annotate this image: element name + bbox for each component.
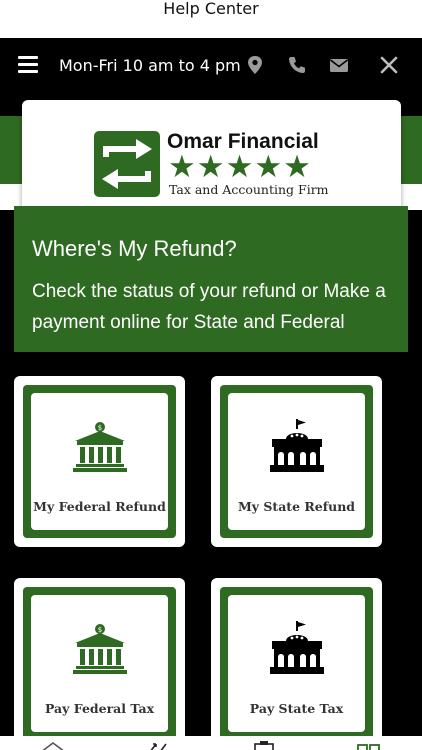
rating-stars-icon: ★★★★★ (168, 149, 312, 185)
menu-icon[interactable] (18, 56, 38, 74)
bottom-nav (0, 736, 422, 750)
federal-building-icon: $ (73, 624, 127, 674)
close-icon[interactable] (378, 54, 400, 76)
page-title: Help Center (163, 0, 259, 18)
tile-label: Pay State Tax (249, 701, 344, 716)
state-capitol-icon (270, 621, 324, 674)
share-icon[interactable] (146, 741, 172, 750)
refund-panel: Where's My Refund? Check the status of y… (14, 206, 408, 352)
refund-description: Check the status of your refund or Make … (32, 281, 386, 333)
svg-text:$: $ (98, 626, 102, 634)
brand-tagline: Tax and Accounting Firm (169, 182, 329, 197)
brand-card[interactable]: Omar Financial ★★★★★ Tax and Accounting … (22, 100, 401, 218)
tile-label: Pay Federal Tax (44, 701, 155, 716)
clipboard-icon[interactable] (251, 741, 277, 750)
state-capitol-icon (270, 419, 324, 472)
pay-state-tax-tile[interactable]: Pay State Tax (211, 578, 382, 749)
brand-logo-icon (94, 131, 160, 197)
home-icon[interactable] (40, 741, 66, 750)
pay-federal-tax-tile[interactable]: $ Pay Federal Tax (14, 578, 185, 749)
federal-building-icon: $ (73, 422, 127, 472)
business-hours: Mon-Fri 10 am to 4 pm (59, 56, 241, 75)
mail-icon[interactable] (328, 54, 350, 76)
federal-refund-tile[interactable]: $ My Federal Refund (14, 376, 185, 547)
grid-icon[interactable] (356, 741, 382, 750)
state-refund-tile[interactable]: My State Refund (211, 376, 382, 547)
refund-heading: Where's My Refund? (32, 236, 237, 261)
phone-icon[interactable] (286, 54, 308, 76)
tile-label: My State Refund (237, 499, 356, 514)
top-bar: Mon-Fri 10 am to 4 pm (0, 38, 422, 96)
title-bar: Help Center (0, 0, 422, 38)
tile-label: My Federal Refund (33, 499, 166, 514)
location-pin-icon[interactable] (244, 54, 266, 76)
svg-text:$: $ (98, 424, 102, 432)
